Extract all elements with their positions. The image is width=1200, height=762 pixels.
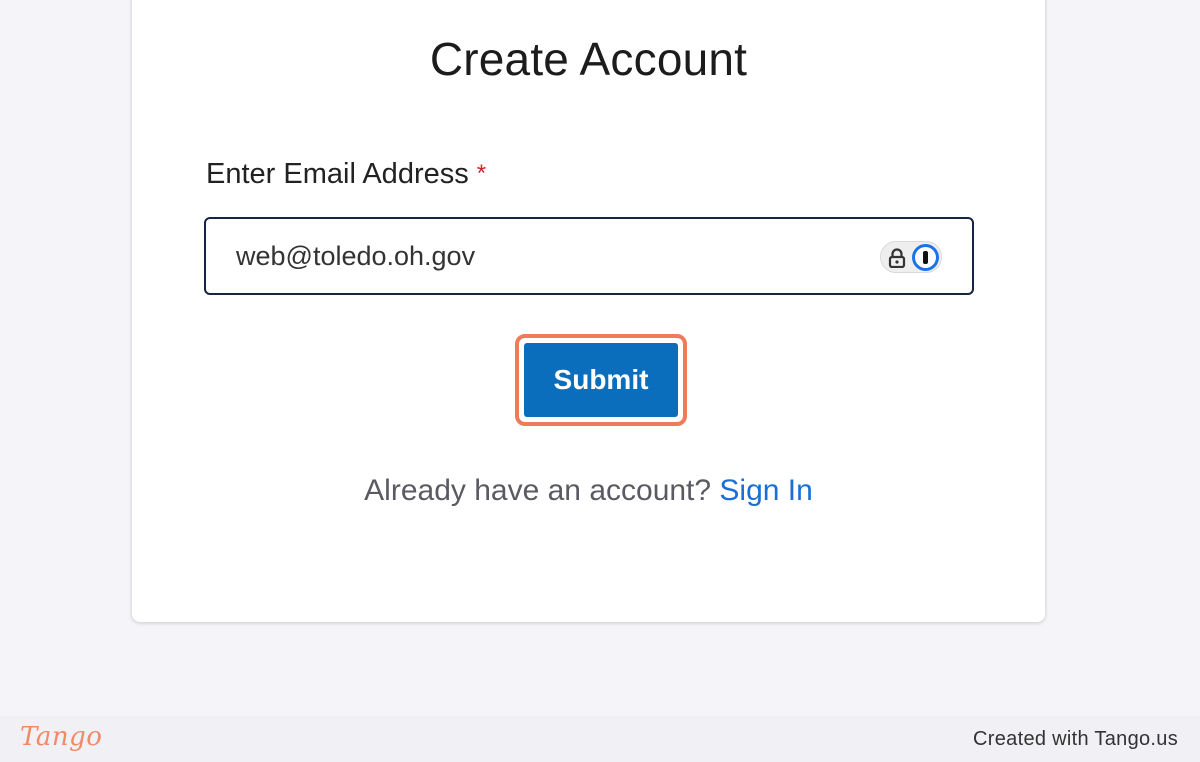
1password-icon[interactable] <box>912 244 939 271</box>
lock-icon <box>888 248 906 268</box>
email-input[interactable] <box>236 219 836 293</box>
signin-prompt: Already have an account? Sign In <box>132 474 1045 508</box>
footer-credit: Created with Tango.us <box>973 728 1178 750</box>
email-field-container <box>204 217 974 295</box>
submit-highlight: Submit <box>515 334 687 426</box>
page-title: Create Account <box>429 33 748 85</box>
signin-prompt-text: Already have an account? <box>364 474 712 507</box>
email-label-text: Enter Email Address <box>206 158 469 190</box>
signin-link[interactable]: Sign In <box>719 474 812 507</box>
page-background: Create Account Enter Email Address * Subm… <box>0 0 1200 716</box>
email-label: Enter Email Address * <box>206 158 486 191</box>
footer-bar: Tango Created with Tango.us <box>0 716 1200 762</box>
create-account-card: Create Account Enter Email Address * Subm… <box>132 0 1045 622</box>
submit-button[interactable]: Submit <box>524 343 678 417</box>
tango-logo: Tango <box>20 722 103 752</box>
password-manager-badge[interactable] <box>880 241 942 273</box>
required-marker: * <box>476 160 487 187</box>
